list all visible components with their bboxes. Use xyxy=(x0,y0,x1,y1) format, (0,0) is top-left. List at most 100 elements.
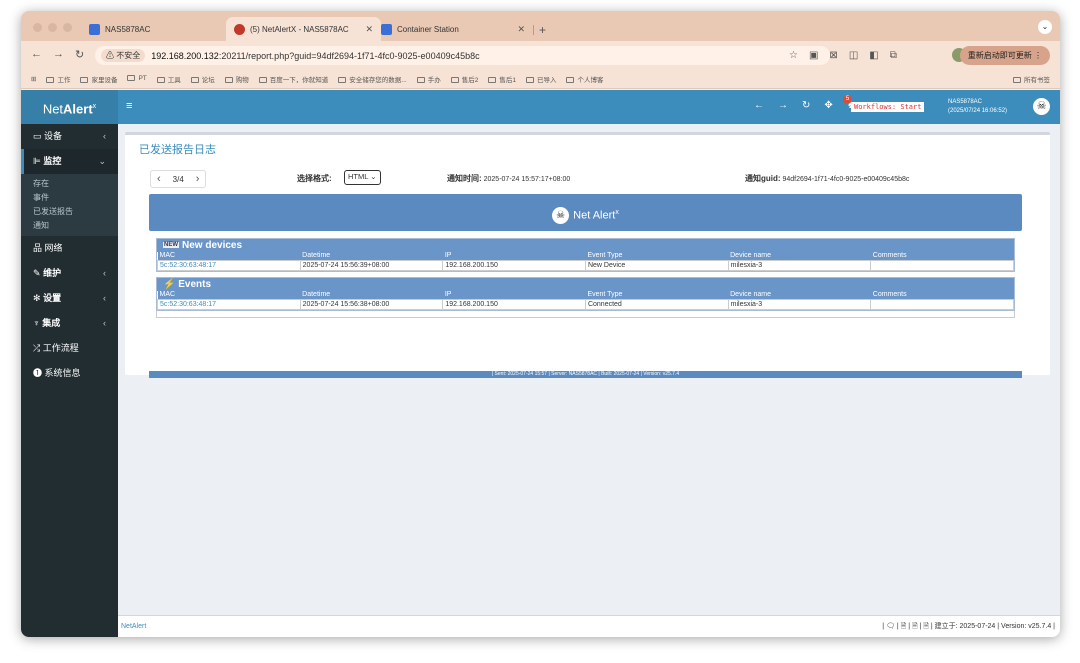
tab-label: (5) NetAlertX - NAS5878AC xyxy=(250,24,349,34)
notify-guid-value: 94df2694-1f71-4fc0-9025-e00409c45b8c xyxy=(782,176,910,183)
extension-icon[interactable]: ◧ xyxy=(869,50,878,61)
chevron-left-icon: ‹ xyxy=(103,318,106,328)
back-icon[interactable]: ← xyxy=(754,100,764,111)
update-label: 重新启动即可更新 xyxy=(967,51,1032,60)
update-button[interactable]: 重新启动即可更新 ⋮ xyxy=(959,46,1050,65)
sidebar-subitem-events[interactable]: 事件 xyxy=(21,191,118,205)
footer-info: | 🗨 | 🗎 | 🗎 | 🗎 | 建立于: 2025-07-24 | Vers… xyxy=(882,623,1055,630)
main-content: 已发送报告日志 ‹ 3/4 › 选择格式: HTML ⌄ 通知时间: 2025-… xyxy=(118,124,1060,615)
sidebar-subitem-reports[interactable]: 已发送报告 xyxy=(21,205,118,219)
bookmark-item[interactable]: 手办 xyxy=(416,74,441,84)
events-section: ⚡ Events MAC Datetime IP Event Type Devi… xyxy=(156,277,1015,311)
user-avatar-icon[interactable]: ☠ xyxy=(1033,98,1050,115)
app-logo[interactable]: NetAlertx xyxy=(21,90,118,124)
screenshot-icon[interactable]: ⊠ xyxy=(829,50,837,61)
notify-time-value: 2025-07-24 15:57:17+08:00 xyxy=(483,176,571,183)
tab-strip: NAS5878AC ✕ (5) NetAlertX - NAS5878AC ✕ … xyxy=(21,11,1060,41)
sidebar-item-network[interactable]: 品 网络 xyxy=(21,236,118,261)
netalert-logo-icon: ☠ xyxy=(552,207,570,225)
bookmark-item[interactable]: 售后1 xyxy=(488,74,516,84)
user-name: NAS5878AC xyxy=(948,99,983,105)
move-icon[interactable]: ✥ xyxy=(824,100,832,111)
footer-brand[interactable]: NetAlert xyxy=(121,616,146,637)
back-icon[interactable]: ← xyxy=(31,48,42,60)
chevron-left-icon: ‹ xyxy=(103,293,106,303)
sidebar-item-maintenance[interactable]: ✎ 维护 ‹ xyxy=(21,261,118,286)
report-footer: | Sent: 2025-07-24 15:57 | Server: NAS58… xyxy=(149,371,1022,378)
mac-link[interactable]: 5c:52:30:63:48:17 xyxy=(160,301,216,308)
nav-icons: ← → ↻ ✥ ♞ xyxy=(754,100,856,111)
apps-icon[interactable]: ⊞ xyxy=(31,75,36,83)
chevron-left-icon: ‹ xyxy=(103,268,106,278)
table-row: 5c:52:30:63:48:17 2025-07-24 15:56:38+08… xyxy=(157,299,1014,310)
bookmark-item[interactable]: 个人博客 xyxy=(566,74,603,84)
toolbar-icons: ☆ ▣ ⊠ ◫ ◧ ⧉ xyxy=(789,50,897,61)
tab-nas[interactable]: NAS5878AC ✕ xyxy=(81,17,246,41)
star-icon[interactable]: ☆ xyxy=(789,50,798,61)
address-bar[interactable]: ⚠ 不安全 192.168.200.132:20211/report.php?g… xyxy=(95,46,830,65)
refresh-icon[interactable]: ↻ xyxy=(802,100,810,111)
col-event-type: Event Type xyxy=(585,291,729,300)
bookmark-item[interactable]: 安全储存您的数据... xyxy=(338,74,407,84)
window-controls[interactable] xyxy=(33,23,72,32)
workflows-status[interactable]: Workflows: Start xyxy=(851,102,925,112)
mac-link[interactable]: 5c:52:30:63:48:17 xyxy=(160,262,216,269)
tab-container-station[interactable]: Container Station ✕ xyxy=(373,17,533,41)
close-icon[interactable]: ✕ xyxy=(365,24,373,35)
section-title: NEW New devices xyxy=(157,239,1014,252)
all-bookmarks[interactable]: 所有书签 xyxy=(1013,74,1050,84)
report-header: ☠ Net Alertx xyxy=(149,194,1022,231)
extension-icon[interactable]: ◫ xyxy=(849,50,858,61)
forward-icon[interactable]: → xyxy=(53,48,64,60)
url-text: 192.168.200.132:20211/report.php?guid=94… xyxy=(151,51,479,61)
pager-value: 3/4 xyxy=(172,174,184,184)
bookmark-item[interactable]: 百度一下，你就知道 xyxy=(258,74,328,84)
sidebar-item-settings[interactable]: ✻ 设置 ‹ xyxy=(21,286,118,311)
wrench-icon: ✎ xyxy=(33,268,41,278)
col-device-name: Device name xyxy=(728,252,871,261)
user-info[interactable]: NAS5878AC (2025/07/24 16:06:52) xyxy=(948,98,1007,116)
chevron-right-icon[interactable]: › xyxy=(190,173,206,185)
extension-icon[interactable]: ▣ xyxy=(809,50,818,61)
reload-icon[interactable]: ↻ xyxy=(75,48,84,61)
top-navbar: ≡ ← → ↻ ✥ ♞ 5 Workflows: Start NAS5878AC… xyxy=(118,90,1060,124)
bookmark-item[interactable]: 已导入 xyxy=(525,74,556,84)
forward-icon[interactable]: → xyxy=(778,100,788,111)
sidebar-subitem-presence[interactable]: 存在 xyxy=(21,177,118,191)
report-box: 已发送报告日志 ‹ 3/4 › 选择格式: HTML ⌄ 通知时间: 2025-… xyxy=(125,132,1050,378)
bookmark-item[interactable]: 工具 xyxy=(156,74,181,84)
chevron-left-icon: ‹ xyxy=(103,131,106,141)
sidebar-item-integrations[interactable]: ♆ 集成 ‹ xyxy=(21,311,118,336)
bookmark-item[interactable]: 售后2 xyxy=(450,74,478,84)
format-select[interactable]: HTML ⌄ xyxy=(344,170,381,185)
bookmark-item[interactable]: PT xyxy=(127,75,147,82)
page-title: 已发送报告日志 xyxy=(139,144,216,156)
tab-label: Container Station xyxy=(397,24,459,34)
new-tab-icon[interactable]: + xyxy=(539,23,546,37)
events-table: MAC Datetime IP Event Type Device name C… xyxy=(157,291,1014,310)
notify-time-label: 通知时间: xyxy=(447,174,482,183)
tab-netalertx[interactable]: (5) NetAlertX - NAS5878AC ✕ xyxy=(226,17,381,41)
report-preview: ☠ Net Alertx NEW New devices MAC Datetime … xyxy=(149,194,1022,318)
sidebar-item-devices[interactable]: ▭ 设备 ‹ xyxy=(21,124,118,149)
new-badge-icon: NEW xyxy=(163,242,179,248)
format-label: 选择格式: xyxy=(297,174,332,183)
close-icon[interactable]: ✕ xyxy=(517,24,525,35)
bookmark-item[interactable]: 家里设备 xyxy=(80,74,117,84)
chevron-left-icon[interactable]: ‹ xyxy=(151,173,167,185)
sidebar-subitem-notifications[interactable]: 通知 xyxy=(21,219,118,233)
col-datetime: Datetime xyxy=(300,291,443,300)
sidebar-item-sysinfo[interactable]: ❶ 系统信息 xyxy=(21,361,118,386)
hamburger-menu-icon[interactable]: ≡ xyxy=(126,100,132,112)
notify-guid-label: 通知guid: xyxy=(745,174,781,183)
sidebar: NetAlertx ▭ 设备 ‹ ⊫ 监控 ⌄ 存在 事件 已发送报告 通知 品 网… xyxy=(21,90,118,637)
tab-menu-chevron-icon[interactable]: ⌄ xyxy=(1038,20,1052,34)
bookmark-item[interactable]: 工作 xyxy=(46,74,70,84)
bookmark-item[interactable]: 购物 xyxy=(224,74,249,84)
sidebar-item-monitor[interactable]: ⊫ 监控 ⌄ xyxy=(21,149,118,174)
sidebar-item-workflows[interactable]: ⤮ 工作流程 xyxy=(21,336,118,361)
insecure-badge[interactable]: ⚠ 不安全 xyxy=(101,49,146,62)
bookmark-item[interactable]: 论坛 xyxy=(190,74,215,84)
puzzle-icon[interactable]: ⧉ xyxy=(890,50,897,61)
gear-icon: ✻ xyxy=(33,293,41,303)
